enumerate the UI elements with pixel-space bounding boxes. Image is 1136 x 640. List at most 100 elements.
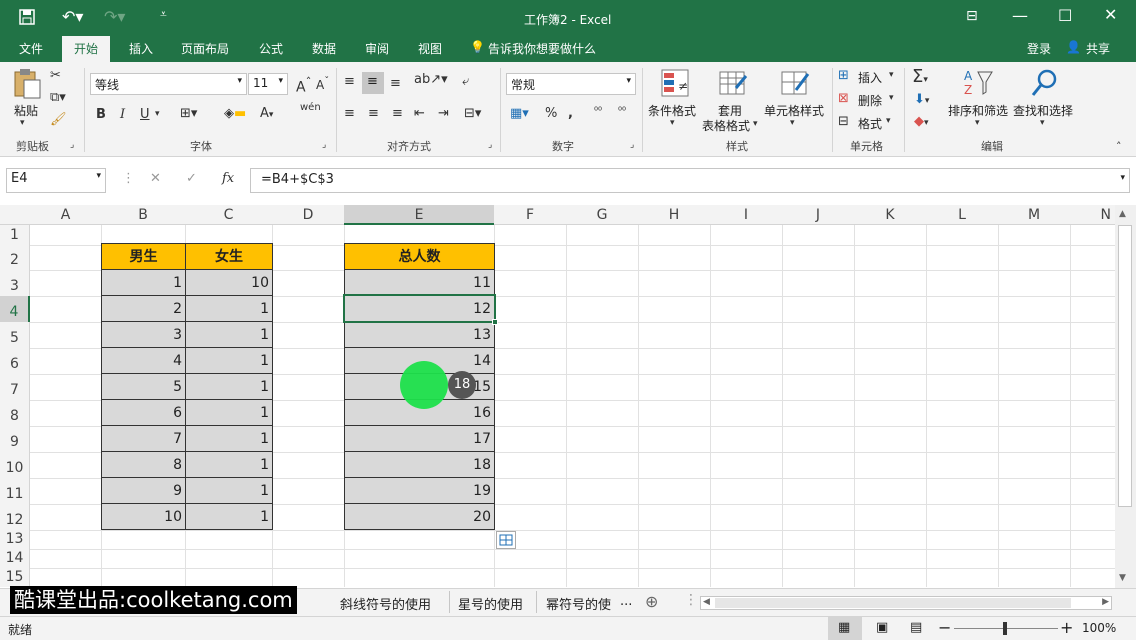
column-header-a[interactable]: A xyxy=(30,205,101,225)
cell-b10[interactable]: 8 xyxy=(101,451,186,478)
cell-c11[interactable]: 1 xyxy=(185,477,273,504)
tab-insert[interactable]: 插入 xyxy=(129,40,153,57)
format-as-table-icon[interactable] xyxy=(718,68,748,98)
align-middle-icon[interactable]: ≡ xyxy=(362,72,384,94)
phonetic-icon[interactable]: wén xyxy=(300,102,321,113)
cell-b5[interactable]: 3 xyxy=(101,321,186,348)
row-header[interactable]: 15 xyxy=(0,568,30,587)
quick-analysis-icon[interactable] xyxy=(496,531,516,549)
column-header-f[interactable]: F xyxy=(494,205,566,225)
find-select-icon[interactable] xyxy=(1030,68,1060,98)
enter-icon[interactable]: ✓ xyxy=(186,171,197,186)
cell-b7[interactable]: 5 xyxy=(101,373,186,400)
sheet-tab-slash[interactable]: 斜线符号的使用 xyxy=(340,594,431,613)
percent-button[interactable]: % xyxy=(545,106,557,121)
row-header[interactable]: 8 xyxy=(0,400,30,426)
cell-e12[interactable]: 20 xyxy=(344,503,495,530)
orientation-icon[interactable]: ab↗▾ xyxy=(414,72,448,87)
row-header[interactable]: 13 xyxy=(0,530,30,549)
signin-link[interactable]: 登录 xyxy=(1027,40,1051,57)
chevron-down-icon[interactable]: ▾ xyxy=(975,118,980,128)
cell-c9[interactable]: 1 xyxy=(185,425,273,452)
increase-indent-icon[interactable]: ⇥ xyxy=(438,106,449,121)
column-header-g[interactable]: G xyxy=(566,205,638,225)
font-name-dropdown[interactable]: 等线 ▾ xyxy=(90,73,247,95)
vertical-scrollbar[interactable]: ▲ ▼ xyxy=(1115,205,1136,588)
format-as-table-label-2[interactable]: 表格格式 xyxy=(702,117,750,134)
row-header[interactable]: 9 xyxy=(0,426,30,452)
zoom-out-icon[interactable]: − xyxy=(938,618,951,637)
clear-icon[interactable]: ◆▾ xyxy=(914,114,929,129)
cell-b12[interactable]: 10 xyxy=(101,503,186,530)
add-sheet-icon[interactable]: ⊕ xyxy=(645,592,658,611)
chevron-down-icon[interactable]: ▾ xyxy=(889,93,894,103)
align-right-icon[interactable]: ≡ xyxy=(392,106,403,121)
cell-c6[interactable]: 1 xyxy=(185,347,273,374)
column-header-d[interactable]: D xyxy=(272,205,344,225)
chevron-down-icon[interactable]: ▾ xyxy=(886,116,891,126)
underline-button[interactable]: U xyxy=(140,107,150,122)
tab-formulas[interactable]: 公式 xyxy=(259,40,283,57)
align-center-icon[interactable]: ≡ xyxy=(368,106,379,121)
cell-c2[interactable]: 女生 xyxy=(185,243,273,270)
copy-icon[interactable]: ⧉▾ xyxy=(50,90,66,105)
number-launcher-icon[interactable]: ⌟ xyxy=(630,140,634,150)
fill-icon[interactable]: ⬇▾ xyxy=(914,92,929,107)
save-icon[interactable] xyxy=(18,8,36,26)
split-handle-icon[interactable]: ⋮ xyxy=(684,592,698,608)
paste-dropdown-icon[interactable]: ▾ xyxy=(20,118,25,128)
tab-home[interactable]: 开始 xyxy=(62,36,111,62)
decrease-font-icon[interactable]: Aˇ xyxy=(316,76,329,92)
fill-handle[interactable] xyxy=(492,319,498,325)
column-header-c[interactable]: C xyxy=(185,205,272,225)
sort-filter-label[interactable]: 排序和筛选 xyxy=(948,102,1008,119)
column-header-i[interactable]: I xyxy=(710,205,782,225)
tab-review[interactable]: 审阅 xyxy=(365,40,389,57)
sheet-tab-power[interactable]: 幂符号的使 xyxy=(546,594,611,613)
cancel-icon[interactable]: ✕ xyxy=(150,171,161,186)
cell-styles-label[interactable]: 单元格样式 xyxy=(764,102,824,119)
row-header[interactable]: 11 xyxy=(0,478,30,504)
cell-styles-icon[interactable] xyxy=(780,68,810,98)
column-header-m[interactable]: M xyxy=(998,205,1070,225)
column-header-h[interactable]: H xyxy=(638,205,710,225)
delete-cells-icon[interactable]: ⊠ xyxy=(838,91,849,106)
minimize-icon[interactable]: — xyxy=(1012,6,1028,25)
collapse-ribbon-icon[interactable]: ˄ xyxy=(1116,140,1122,153)
alignment-launcher-icon[interactable]: ⌟ xyxy=(488,140,492,150)
accounting-icon[interactable]: ▦▾ xyxy=(510,106,529,121)
cell-b2[interactable]: 男生 xyxy=(101,243,186,270)
column-header-k[interactable]: K xyxy=(854,205,926,225)
merge-center-icon[interactable]: ⊟▾ xyxy=(464,106,481,121)
wrap-text-icon[interactable]: ⤶ xyxy=(462,74,469,89)
fill-color-icon[interactable]: ◈▬ xyxy=(224,106,246,121)
sort-filter-icon[interactable]: AZ xyxy=(962,68,994,98)
column-header-n[interactable]: N xyxy=(1070,205,1115,225)
chevron-down-icon[interactable]: ▾ xyxy=(889,70,894,80)
zoom-slider-thumb[interactable] xyxy=(1003,622,1007,635)
maximize-icon[interactable]: ☐ xyxy=(1058,6,1072,25)
increase-decimal-icon[interactable]: ⁰⁰ xyxy=(594,106,602,117)
more-sheets-icon[interactable]: ... xyxy=(620,594,632,609)
insert-cells-icon[interactable]: ⊞ xyxy=(838,68,849,83)
cell-e9[interactable]: 17 xyxy=(344,425,495,452)
cell-e5[interactable]: 13 xyxy=(344,321,495,348)
cell-b4[interactable]: 2 xyxy=(101,295,186,322)
bold-button[interactable]: B xyxy=(96,107,106,122)
sheet-tab-asterisk[interactable]: 星号的使用 xyxy=(458,594,523,613)
column-header-j[interactable]: J xyxy=(782,205,854,225)
italic-button[interactable]: I xyxy=(120,107,125,122)
cell-e2[interactable]: 总人数 xyxy=(344,243,495,270)
chevron-down-icon[interactable]: ▾ xyxy=(670,118,675,128)
border-icon[interactable]: ⊞▾ xyxy=(180,106,197,121)
scroll-right-icon[interactable]: ▶ xyxy=(1102,597,1109,607)
column-header-b[interactable]: B xyxy=(101,205,185,225)
scroll-up-icon[interactable]: ▲ xyxy=(1119,209,1126,219)
insert-function-button[interactable]: fx xyxy=(222,171,234,186)
align-top-icon[interactable]: ≡ xyxy=(344,74,355,89)
row-header-selected[interactable]: 4 xyxy=(0,296,30,322)
zoom-level[interactable]: 100% xyxy=(1082,621,1116,635)
tab-view[interactable]: 视图 xyxy=(418,40,442,57)
cell-c3[interactable]: 10 xyxy=(185,269,273,296)
format-cells-label[interactable]: 格式 xyxy=(858,115,882,132)
